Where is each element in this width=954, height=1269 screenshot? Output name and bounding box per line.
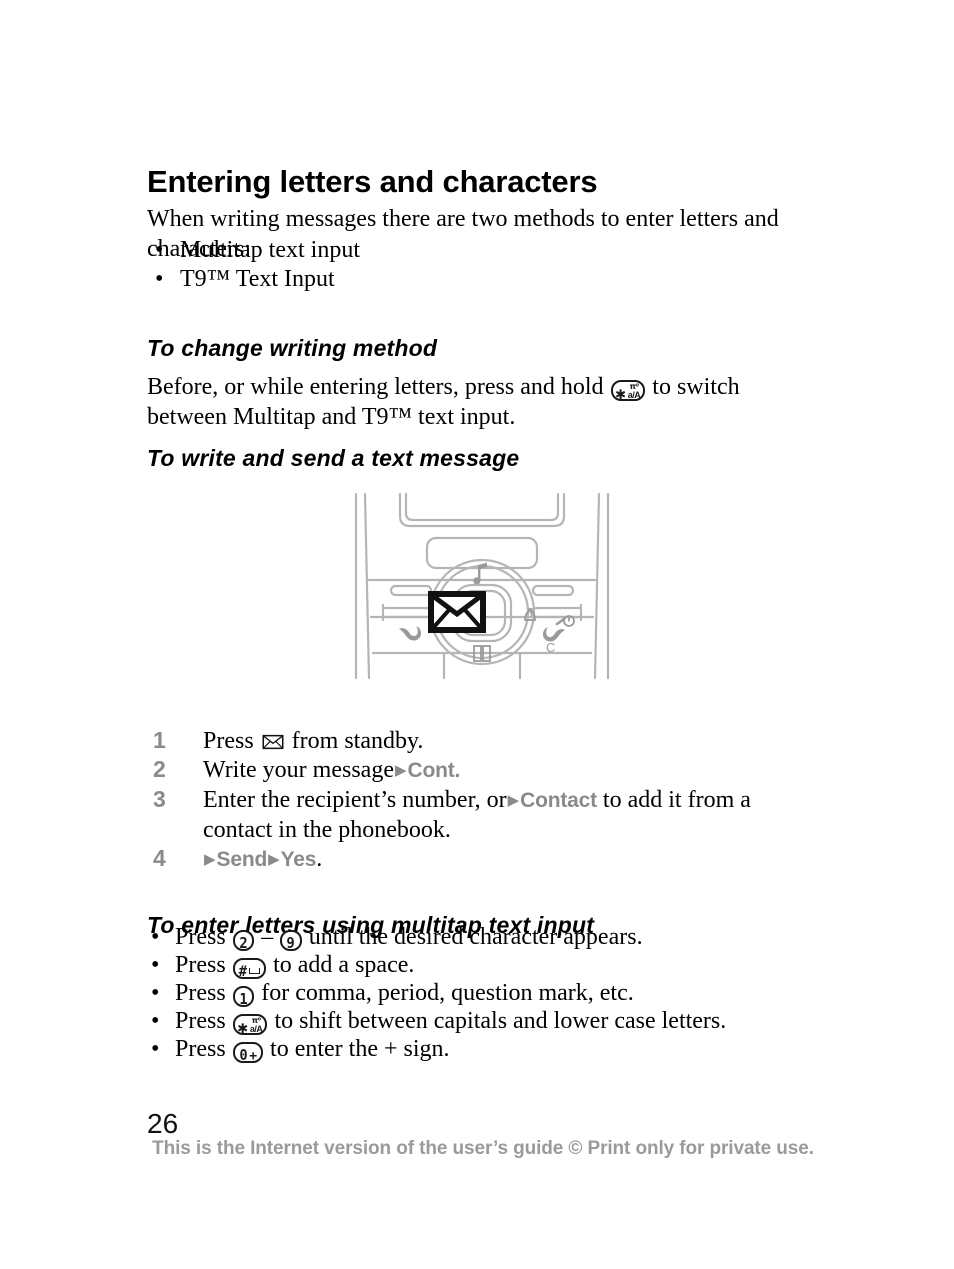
- text-before-key: Before, or while entering letters, press…: [147, 374, 604, 400]
- key-sublabels: π⁰ a/A: [628, 383, 641, 400]
- center-menu-button: [425, 536, 539, 570]
- step-item: 1 Press from standby.: [147, 727, 819, 756]
- key-glyph-hash: #: [232, 958, 267, 980]
- key-glyph-star-shift: ✱ π⁰ a/A: [232, 1014, 268, 1038]
- space-mark-icon: [249, 968, 261, 974]
- phone-illustration: C: [354, 492, 610, 680]
- step-item: 3 Enter the recipient’s number, or▶Conta…: [147, 786, 819, 845]
- menu-label-cont: Cont.: [407, 759, 461, 782]
- section-heading-change-writing-method: To change writing method: [147, 335, 438, 362]
- step-number: 3: [153, 786, 166, 812]
- key-plus-label: +: [249, 1049, 258, 1064]
- phone-keypad-diagram: C: [347, 490, 617, 685]
- step-text: Write your message: [203, 757, 394, 783]
- right-softkey-upper: [531, 584, 575, 597]
- phone-right-inner-edge: [593, 492, 601, 680]
- press-label: Press: [175, 1008, 226, 1034]
- key-glyph-1: 1: [232, 986, 255, 1008]
- bullet-suffix: to add a space.: [273, 952, 415, 978]
- star-shift-key-glyph: ✱ π⁰ a/A: [610, 380, 646, 404]
- key-glyph-9: 9: [280, 930, 302, 952]
- step-item: 2 Write your message▶Cont.: [147, 756, 819, 786]
- bullet-icon: •: [151, 1008, 160, 1034]
- multitap-bullet-list: • Press 2 – 9 until the desired characte…: [147, 923, 819, 1064]
- step-item: 4 ▶Send▶Yes.: [147, 845, 819, 875]
- step-text: .: [316, 846, 323, 872]
- right-softkey-lower: [529, 606, 581, 619]
- write-send-steps: 1 Press from standby. 2 Write your messa…: [147, 727, 819, 875]
- bullet-suffix: to enter the + sign.: [270, 1036, 450, 1062]
- menu-label-yes: Yes: [280, 848, 317, 871]
- list-item: • Press 1 for comma, period, question ma…: [147, 979, 819, 1008]
- bullet-icon: •: [151, 952, 160, 978]
- call-handset-icon: [399, 626, 422, 641]
- bullet-icon: •: [151, 1036, 160, 1062]
- key-glyph-0-plus: 0+: [232, 1042, 264, 1064]
- list-item-label: T9™ Text Input: [180, 266, 335, 292]
- list-item: • Press 0+ to enter the + sign.: [147, 1035, 819, 1064]
- menu-label-send: Send: [216, 848, 268, 871]
- press-label: Press: [175, 980, 226, 1006]
- asterisk-glyph: ✱: [237, 1018, 248, 1038]
- list-item-label: Multitap text input: [180, 237, 360, 263]
- left-softkey-upper: [389, 584, 433, 597]
- key-digit: 9: [286, 934, 296, 952]
- page-number: 26: [147, 1108, 179, 1139]
- bullet-icon: •: [151, 924, 160, 950]
- clear-key-label: C: [546, 640, 555, 655]
- step-text: from standby.: [291, 728, 424, 754]
- menu-arrow-icon: ▶: [394, 763, 407, 779]
- list-item: • Press 2 – 9 until the desired characte…: [147, 923, 819, 952]
- key-digit: 0: [239, 1046, 248, 1064]
- footer-note: This is the Internet version of the user…: [152, 1138, 814, 1159]
- manual-page: Entering letters and characters When wri…: [147, 0, 819, 1269]
- bullet-suffix: until the desired character appears.: [308, 924, 643, 950]
- bullet-icon: •: [155, 266, 164, 292]
- menu-arrow-icon: ▶: [204, 852, 216, 868]
- menu-arrow-icon: ▶: [268, 852, 280, 868]
- bullet-suffix: to shift between capitals and lower case…: [274, 1008, 727, 1034]
- key-label-bottom: a/A: [627, 390, 641, 400]
- asterisk-glyph: ✱: [615, 384, 626, 404]
- list-item: • Press ✱ π⁰ a/A to shift between capitals…: [147, 1007, 819, 1038]
- list-item: • T9™ Text Input: [147, 265, 647, 294]
- intro-bullet-list: • Multitap text input • T9™ Text Input: [147, 236, 647, 294]
- section-heading-write-send-message: To write and send a text message: [147, 445, 520, 472]
- key-label-bottom: a/A: [249, 1024, 263, 1034]
- left-softkey-lower: [383, 606, 435, 619]
- key-sublabels: π⁰ a/A: [250, 1017, 263, 1034]
- list-item: • Multitap text input: [147, 236, 647, 265]
- display-frame-inner: [404, 492, 560, 522]
- page-title: Entering letters and characters: [147, 163, 598, 199]
- key-digit: 2: [239, 934, 248, 952]
- step-text: Enter the recipient’s number, or: [203, 787, 507, 813]
- menu-arrow-icon: ▶: [507, 793, 520, 809]
- key-range-separator: –: [261, 924, 274, 950]
- envelope-icon: [262, 734, 284, 750]
- bullet-icon: •: [151, 980, 160, 1006]
- step-number: 2: [153, 756, 166, 782]
- menu-label-contact: Contact: [520, 789, 597, 812]
- end-call-handset-icon: C: [542, 615, 575, 655]
- list-item: • Press # to add a space.: [147, 951, 819, 980]
- key-digit: 1: [239, 990, 248, 1008]
- press-label: Press: [175, 1036, 226, 1062]
- bullet-icon: •: [155, 237, 164, 263]
- step-text: Press: [203, 728, 254, 754]
- display-frame-outer: [398, 492, 566, 528]
- key-glyph-2: 2: [232, 930, 255, 952]
- envelope-icon: [428, 591, 486, 633]
- bullet-suffix: for comma, period, question mark, etc.: [261, 980, 634, 1006]
- press-label: Press: [175, 952, 226, 978]
- step-number: 1: [153, 727, 166, 753]
- step-number: 4: [153, 845, 166, 871]
- phone-left-inner-edge: [363, 492, 371, 680]
- press-label: Press: [175, 924, 226, 950]
- change-writing-method-paragraph: Before, or while entering letters, press…: [147, 372, 819, 432]
